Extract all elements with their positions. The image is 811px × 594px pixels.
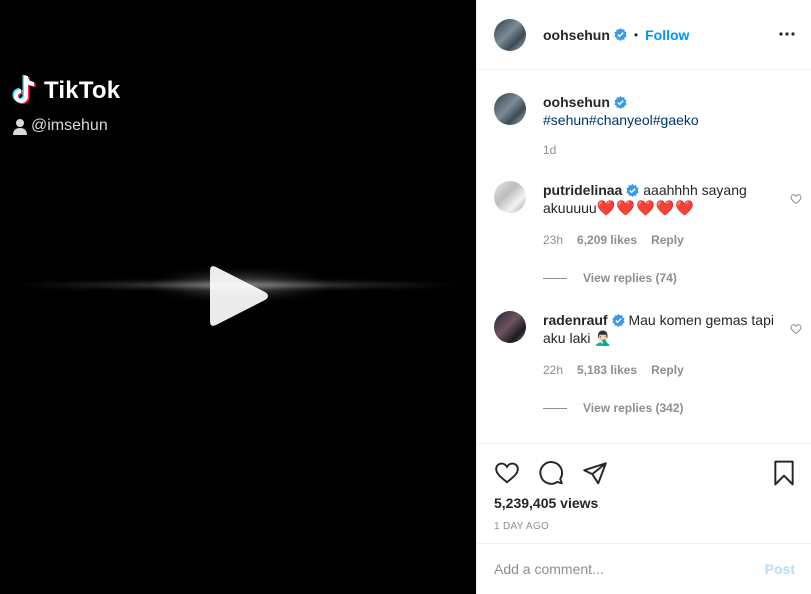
comment: radenrauf Mau komen gemas tapi aku laki …: [494, 311, 802, 421]
comment-likes[interactable]: 6,209 likes: [577, 233, 637, 247]
comment-likes[interactable]: 5,183 likes: [577, 363, 637, 377]
heart-emoji-row: ❤️❤️❤️❤️❤️: [596, 200, 696, 217]
like-comment-heart-icon[interactable]: [790, 323, 802, 335]
reply-button[interactable]: Reply: [651, 233, 684, 247]
tiktok-logo-icon: [12, 74, 36, 104]
verified-badge-icon: [626, 184, 639, 197]
comment-input[interactable]: [494, 561, 765, 577]
caption-body: oohsehun #sehun#chanyeol#gaeko: [543, 93, 775, 129]
comment-body: putridelinaa aaahhhh sayang akuuuuu❤️❤️❤…: [543, 181, 775, 218]
avatar[interactable]: [494, 311, 526, 343]
post-timestamp[interactable]: 1 DAY AGO: [494, 521, 549, 532]
view-replies-button[interactable]: View replies (74): [543, 271, 677, 285]
caption: oohsehun #sehun#chanyeol#gaeko 1d: [494, 93, 794, 163]
caption-author[interactable]: oohsehun: [543, 94, 610, 110]
caption-hashtags[interactable]: #sehun#chanyeol#gaeko: [543, 112, 699, 128]
user-icon: [13, 118, 27, 135]
post-header: oohsehun • Follow: [477, 0, 811, 70]
post-sidebar: oohsehun • Follow oohsehun #sehun#chanye…: [476, 0, 811, 594]
comment-author[interactable]: radenrauf: [543, 312, 608, 328]
caption-time[interactable]: 1d: [543, 143, 556, 157]
header-username[interactable]: oohsehun: [543, 27, 610, 43]
more-options-icon[interactable]: [779, 24, 795, 44]
tiktok-watermark: TikTok: [9, 74, 120, 108]
avatar[interactable]: [494, 18, 526, 51]
comment-body: radenrauf Mau komen gemas tapi aku laki …: [543, 311, 775, 347]
view-replies-label[interactable]: View replies (342): [583, 401, 684, 415]
view-replies-button[interactable]: View replies (342): [543, 401, 684, 415]
caption-meta: 1d: [543, 143, 556, 157]
save-bookmark-icon[interactable]: [771, 460, 797, 486]
play-icon: [210, 266, 268, 326]
tiktok-username: @imsehun: [12, 117, 108, 135]
post-actions: 5,239,405 views 1 DAY AGO: [477, 443, 811, 543]
like-heart-icon[interactable]: [494, 460, 520, 486]
separator-dot: •: [633, 27, 639, 42]
reply-button[interactable]: Reply: [651, 363, 684, 377]
avatar[interactable]: [494, 93, 526, 125]
instagram-post: TikTok @imsehun oohsehun • Follow oohseh…: [0, 0, 811, 594]
follow-button[interactable]: Follow: [645, 27, 689, 43]
tiktok-username-text: @imsehun: [31, 117, 108, 134]
comment-meta: 23h 6,209 likes Reply: [543, 233, 684, 247]
post-comment-button[interactable]: Post: [765, 561, 795, 577]
comment-time[interactable]: 23h: [543, 233, 563, 247]
comment: putridelinaa aaahhhh sayang akuuuuu❤️❤️❤…: [494, 181, 802, 291]
play-button[interactable]: [207, 263, 271, 329]
tiktok-brand-text: TikTok: [44, 77, 121, 104]
comment-meta: 22h 5,183 likes Reply: [543, 363, 684, 377]
view-replies-label[interactable]: View replies (74): [583, 271, 677, 285]
view-count[interactable]: 5,239,405 views: [494, 495, 598, 511]
verified-badge-icon: [611, 314, 625, 327]
comment-bubble-icon[interactable]: [538, 460, 564, 486]
avatar[interactable]: [494, 181, 526, 213]
facepalm-emoji: 🤦🏻‍♂️: [594, 330, 612, 346]
comments-list[interactable]: oohsehun #sehun#chanyeol#gaeko 1d putrid…: [477, 71, 811, 443]
add-comment-bar: Post: [477, 543, 811, 594]
replies-divider: [543, 277, 567, 279]
comment-time[interactable]: 22h: [543, 363, 563, 377]
video-player[interactable]: TikTok @imsehun: [0, 0, 476, 594]
verified-badge-icon: [614, 28, 627, 41]
replies-divider: [543, 407, 567, 409]
like-comment-heart-icon[interactable]: [790, 193, 802, 205]
verified-badge-icon: [614, 96, 627, 109]
share-paper-plane-icon[interactable]: [582, 460, 608, 486]
comment-author[interactable]: putridelinaa: [543, 182, 622, 198]
